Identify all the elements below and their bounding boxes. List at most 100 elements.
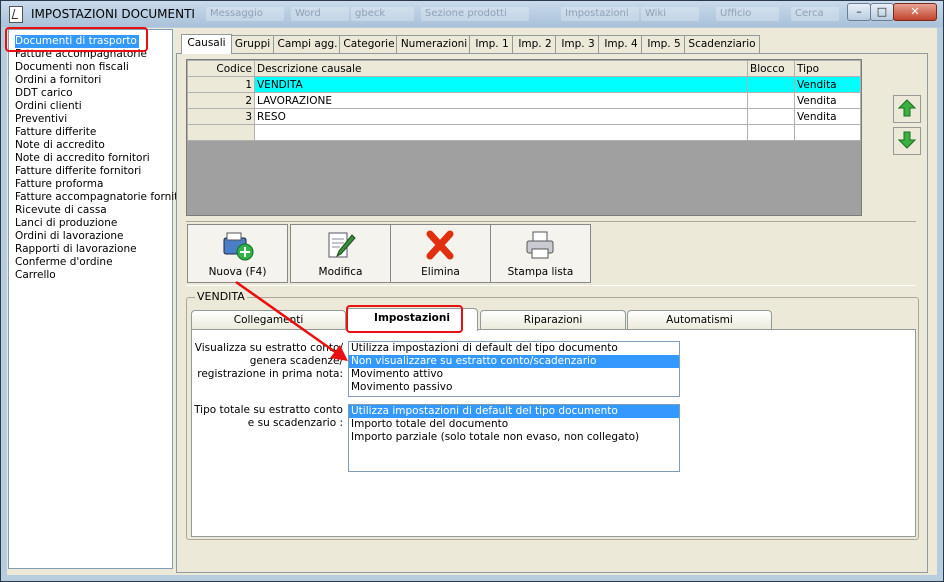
list-item[interactable]: Ordini di lavorazione: [15, 230, 124, 243]
tab-automatismi[interactable]: Automatismi: [627, 310, 772, 330]
tab-gruppi[interactable]: Gruppi: [229, 35, 276, 53]
cell-codice[interactable]: 2: [187, 92, 255, 109]
list-item[interactable]: Conferme d'ordine: [15, 256, 113, 269]
list-item[interactable]: Ordini a fornitori: [15, 74, 101, 87]
document-icon: [9, 6, 23, 23]
table-row[interactable]: 1 VENDITA Vendita: [187, 76, 861, 93]
list-item[interactable]: Note di accredito fornitori: [15, 152, 150, 165]
cell-empty: [254, 124, 748, 141]
edit-button[interactable]: Modifica: [290, 224, 391, 283]
label-line: Tipo totale su estratto conto: [194, 404, 343, 416]
ghost-tab: gbeck: [351, 7, 414, 21]
cell-codice[interactable]: 1: [187, 76, 255, 93]
list-item[interactable]: Documenti non fiscali: [15, 61, 129, 74]
close-button[interactable]: ✕: [893, 3, 937, 21]
delete-button-label: Elimina: [421, 266, 460, 278]
cell-descrizione[interactable]: LAVORAZIONE: [254, 92, 748, 109]
list-option[interactable]: Non visualizzare su estratto conto/scade…: [349, 355, 679, 368]
column-header[interactable]: Descrizione causale: [254, 60, 748, 77]
list-item[interactable]: Lanci di produzione: [15, 217, 117, 230]
table-row-empty[interactable]: [187, 124, 861, 141]
list-item[interactable]: Fatture differite: [15, 126, 96, 139]
column-header[interactable]: Tipo: [794, 60, 861, 77]
column-header[interactable]: Blocco: [747, 60, 795, 77]
title-bar[interactable]: IMPOSTAZIONI DOCUMENTI Messaggio Word gb…: [1, 1, 943, 27]
field-label: Tipo totale su estratto conto e su scade…: [193, 404, 343, 430]
cell-empty: [187, 124, 255, 141]
list-item[interactable]: Preventivi: [15, 113, 67, 126]
ghost-tab: Ufficio: [716, 7, 779, 21]
move-down-button[interactable]: [893, 127, 921, 155]
action-toolbar: Nuova (F4) Modifica Elimina Stampa lista: [186, 221, 916, 286]
list-item[interactable]: DDT carico: [15, 87, 73, 100]
ghost-tab: Word: [291, 7, 349, 21]
list-option[interactable]: Movimento passivo: [349, 381, 679, 394]
ghost-tab: Messaggio: [206, 7, 284, 21]
maximize-button[interactable]: □: [870, 3, 894, 21]
list-item[interactable]: Fatture accompagnatorie fornitori: [15, 191, 192, 204]
tab-imp-5[interactable]: Imp. 5: [641, 35, 687, 53]
minimize-button[interactable]: –: [847, 3, 871, 21]
edit-icon: [328, 232, 356, 258]
tipo-totale-listbox[interactable]: Utilizza impostazioni di default del tip…: [348, 404, 680, 472]
new-button-label: Nuova (F4): [208, 266, 267, 278]
printer-icon: [526, 231, 554, 259]
window-title: IMPOSTAZIONI DOCUMENTI: [31, 7, 195, 21]
cell-blocco[interactable]: [747, 76, 795, 93]
ghost-tab: Wiki: [641, 7, 699, 21]
list-option[interactable]: Importo totale del documento: [349, 418, 679, 431]
new-document-icon: [223, 232, 254, 261]
label-line: registrazione in prima nota:: [197, 368, 343, 380]
list-option[interactable]: Utilizza impostazioni di default del tip…: [349, 405, 679, 418]
tab-imp-3[interactable]: Imp. 3: [555, 35, 601, 53]
list-item[interactable]: Fatture differite fornitori: [15, 165, 141, 178]
cell-tipo[interactable]: Vendita: [794, 76, 861, 93]
list-item[interactable]: Rapporti di lavorazione: [15, 243, 137, 256]
ghost-tab: Sezione prodotti: [421, 7, 529, 21]
causali-grid[interactable]: Codice Descrizione causale Blocco Tipo 1…: [186, 59, 862, 216]
estratto-conto-listbox[interactable]: Utilizza impostazioni di default del tip…: [348, 341, 680, 397]
new-button[interactable]: Nuova (F4): [187, 224, 288, 283]
label-line: e su scadenzario :: [247, 417, 343, 429]
cell-tipo[interactable]: Vendita: [794, 108, 861, 125]
down-arrow-icon: [898, 131, 916, 149]
tab-imp-1[interactable]: Imp. 1: [469, 35, 515, 53]
cell-codice[interactable]: 3: [187, 108, 255, 125]
tab-imp-4[interactable]: Imp. 4: [598, 35, 644, 53]
list-option[interactable]: Utilizza impostazioni di default del tip…: [349, 342, 679, 355]
ghost-tab: Impostazioni: [561, 7, 639, 21]
annotation-highlight: [5, 27, 148, 52]
up-arrow-icon: [898, 99, 916, 117]
list-item[interactable]: Ordini clienti: [15, 100, 82, 113]
tab-causali[interactable]: Causali: [181, 34, 232, 54]
document-type-list[interactable]: Documenti di trasporto Fatture accompagn…: [8, 29, 192, 569]
column-header[interactable]: Codice: [187, 60, 255, 77]
annotation-arrow-icon: [235, 280, 348, 361]
tab-numerazioni[interactable]: Numerazioni: [396, 35, 472, 53]
annotation-highlight: [346, 305, 463, 333]
tab-categorie[interactable]: Categorie: [339, 35, 399, 53]
tab-riparazioni[interactable]: Riparazioni: [480, 310, 626, 330]
list-option[interactable]: Importo parziale (solo totale non evaso,…: [349, 431, 679, 444]
delete-x-icon: [426, 230, 454, 260]
cell-descrizione[interactable]: VENDITA: [254, 76, 748, 93]
cell-blocco[interactable]: [747, 92, 795, 109]
table-row[interactable]: 3 RESO Vendita: [187, 108, 861, 125]
ghost-tab: Cerca: [791, 7, 839, 21]
table-row[interactable]: 2 LAVORAZIONE Vendita: [187, 92, 861, 109]
cell-empty: [794, 124, 861, 141]
move-up-button[interactable]: [893, 95, 921, 123]
print-list-button[interactable]: Stampa lista: [490, 224, 591, 283]
cell-blocco[interactable]: [747, 108, 795, 125]
list-item[interactable]: Note di accredito: [15, 139, 105, 152]
delete-button[interactable]: Elimina: [390, 224, 491, 283]
tab-scadenziario[interactable]: Scadenziario: [684, 35, 760, 53]
cell-tipo[interactable]: Vendita: [794, 92, 861, 109]
list-item[interactable]: Ricevute di cassa: [15, 204, 107, 217]
list-item[interactable]: Fatture proforma: [15, 178, 103, 191]
list-option[interactable]: Movimento attivo: [349, 368, 679, 381]
cell-descrizione[interactable]: RESO: [254, 108, 748, 125]
list-item[interactable]: Carrello: [15, 269, 56, 282]
tab-campi-agg[interactable]: Campi agg.: [273, 35, 342, 53]
tab-imp-2[interactable]: Imp. 2: [512, 35, 558, 53]
